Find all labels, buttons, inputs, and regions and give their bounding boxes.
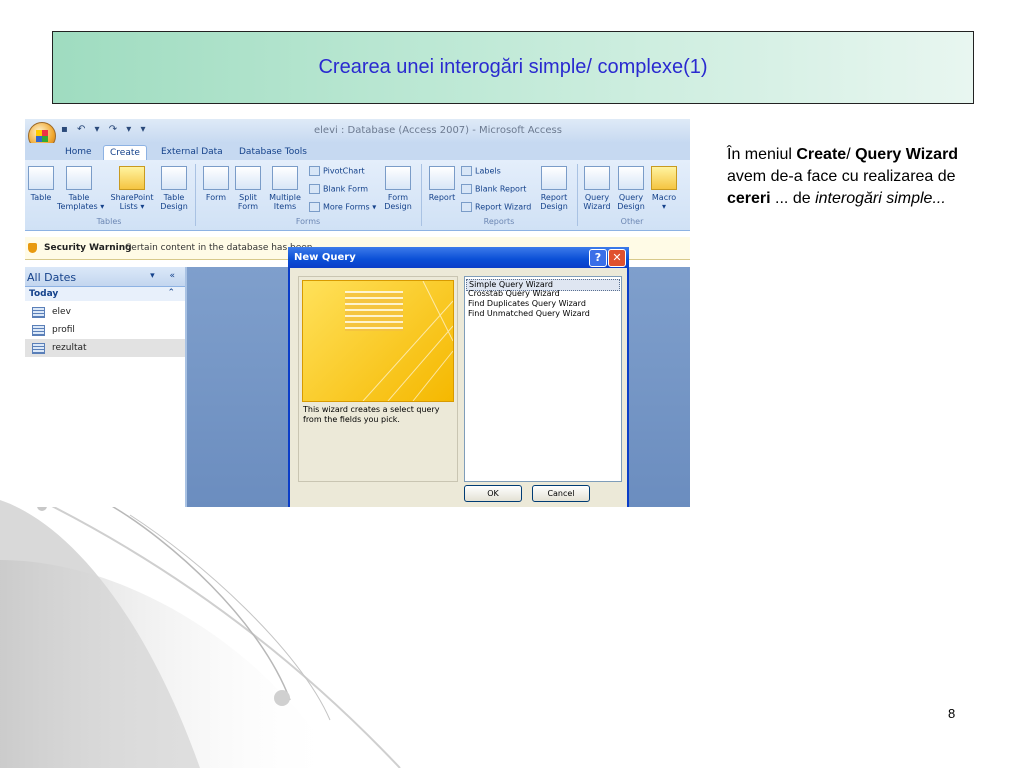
sharepoint-lists-icon: [119, 166, 145, 190]
nav-item-rezultat[interactable]: rezultat: [25, 339, 185, 357]
navigation-pane: All Dates ▾ « Today ⌃ elev profil rezult…: [25, 267, 187, 507]
nav-item-elev[interactable]: elev: [25, 303, 185, 321]
tab-external-data[interactable]: External Data: [155, 145, 229, 160]
blank-form-icon: [309, 184, 320, 194]
nav-item-profil[interactable]: profil: [25, 321, 185, 339]
table-icon: [32, 307, 45, 318]
help-icon[interactable]: ?: [589, 249, 607, 267]
cancel-button[interactable]: Cancel: [532, 485, 590, 502]
list-item-crosstab-query-wizard[interactable]: Crosstab Query Wizard: [466, 289, 618, 299]
split-form-button[interactable]: Split Form: [233, 166, 263, 211]
sharepoint-lists-button[interactable]: SharePoint Lists ▾: [109, 166, 155, 211]
shield-icon: [28, 243, 37, 253]
labels-button[interactable]: Labels: [461, 166, 501, 177]
form-design-icon: [385, 166, 411, 190]
quick-access-toolbar[interactable]: ▪ ↶ ▾ ↷ ▾ ▾: [61, 124, 149, 135]
query-design-icon: [618, 166, 644, 190]
report-icon: [429, 166, 455, 190]
query-type-list[interactable]: Simple Query Wizard Crosstab Query Wizar…: [464, 276, 622, 482]
more-forms-button[interactable]: More Forms ▾: [309, 202, 376, 213]
form-design-button[interactable]: Form Design: [381, 166, 415, 211]
slide-body-text: În meniul Create/ Query Wizard avem de-a…: [727, 146, 959, 207]
dialog-title: New Query: [294, 252, 356, 263]
group-label-tables: Tables: [96, 217, 122, 226]
wizard-preview-image: [302, 280, 454, 402]
macro-icon: [651, 166, 677, 190]
group-separator: [421, 164, 422, 226]
form-icon: [203, 166, 229, 190]
multiple-items-button[interactable]: Multiple Items: [265, 166, 305, 211]
query-wizard-button[interactable]: Query Wizard: [581, 166, 613, 211]
group-separator: [195, 164, 196, 226]
blank-report-button[interactable]: Blank Report: [461, 184, 526, 195]
report-design-icon: [541, 166, 567, 190]
report-wizard-button[interactable]: Report Wizard: [461, 202, 531, 213]
security-warning-title: Security Warning: [44, 243, 132, 253]
report-wizard-icon: [461, 202, 472, 212]
macro-button[interactable]: Macro ▾: [649, 166, 679, 211]
table-icon: [32, 325, 45, 336]
slide-title-box: Crearea unei interogări simple/ complexe…: [52, 31, 974, 104]
wizard-description: This wizard creates a select query from …: [303, 405, 440, 424]
group-separator: [577, 164, 578, 226]
new-query-dialog: New Query ? ✕ This wizard creates a sele…: [288, 247, 629, 507]
nav-group-today[interactable]: Today ⌃: [25, 287, 185, 301]
close-icon[interactable]: ✕: [608, 249, 626, 267]
table-templates-button[interactable]: Table Templates ▾: [57, 166, 104, 211]
preview-lines: [362, 281, 453, 401]
tab-create[interactable]: Create: [103, 145, 147, 161]
ok-button[interactable]: OK: [464, 485, 522, 502]
split-form-icon: [235, 166, 261, 190]
table-icon: [28, 166, 54, 190]
table-button[interactable]: Table: [27, 166, 55, 202]
list-item-find-duplicates-query-wizard[interactable]: Find Duplicates Query Wizard: [466, 299, 618, 309]
window-titlebar: ▪ ↶ ▾ ↷ ▾ ▾ elevi : Database (Access 200…: [25, 119, 690, 143]
window-title: elevi : Database (Access 2007) - Microso…: [314, 125, 562, 136]
report-button[interactable]: Report: [425, 166, 459, 202]
ribbon-tabs: Home Create External Data Database Tools: [25, 143, 690, 161]
tab-database-tools[interactable]: Database Tools: [233, 145, 313, 160]
wizard-preview-panel: This wizard creates a select query from …: [298, 276, 458, 482]
ribbon: Table Table Templates ▾ SharePoint Lists…: [25, 160, 690, 231]
multiple-items-icon: [272, 166, 298, 190]
table-design-icon: [161, 166, 187, 190]
blank-form-button[interactable]: Blank Form: [309, 184, 368, 195]
table-templates-icon: [66, 166, 92, 190]
table-icon: [32, 343, 45, 354]
group-label-forms: Forms: [295, 217, 321, 226]
list-item-find-unmatched-query-wizard[interactable]: Find Unmatched Query Wizard: [466, 309, 618, 319]
blank-report-icon: [461, 184, 472, 194]
table-design-button[interactable]: Table Design: [157, 166, 191, 211]
access-window: ▪ ↶ ▾ ↷ ▾ ▾ elevi : Database (Access 200…: [25, 119, 690, 507]
more-forms-icon: [309, 202, 320, 212]
nav-pane-header[interactable]: All Dates ▾ «: [25, 267, 185, 287]
group-label-reports: Reports: [483, 217, 515, 226]
security-warning-message: Certain content in the database has been: [125, 243, 313, 253]
pivotchart-icon: [309, 166, 320, 176]
slide-title: Crearea unei interogări simple/ complexe…: [318, 56, 708, 78]
report-design-button[interactable]: Report Design: [537, 166, 571, 211]
tab-home[interactable]: Home: [59, 145, 98, 160]
dialog-titlebar[interactable]: New Query ? ✕: [288, 247, 629, 268]
pivotchart-button[interactable]: PivotChart: [309, 166, 365, 177]
nav-pane-title: All Dates: [27, 271, 77, 284]
group-label-other: Other: [620, 217, 644, 226]
nav-pane-controls[interactable]: ▾ «: [150, 271, 181, 281]
page-number: 8: [948, 706, 956, 721]
labels-icon: [461, 166, 472, 176]
form-button[interactable]: Form: [201, 166, 231, 202]
query-wizard-icon: [584, 166, 610, 190]
nav-group-label: Today: [29, 289, 59, 299]
collapse-icon[interactable]: ⌃: [167, 288, 175, 298]
query-design-button[interactable]: Query Design: [615, 166, 647, 211]
